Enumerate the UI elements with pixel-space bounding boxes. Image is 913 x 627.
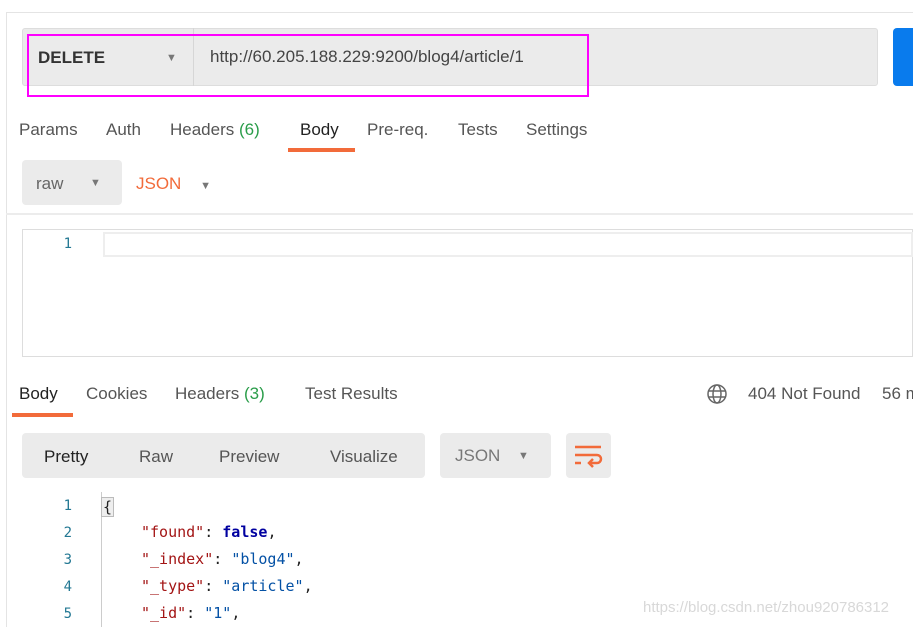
tab-headers[interactable]: Headers (6): [170, 120, 260, 140]
code-line: "_type": "article",: [141, 577, 313, 595]
code-line: {: [101, 497, 115, 517]
tab-tests[interactable]: Tests: [458, 120, 498, 140]
tab-label: Headers: [175, 384, 240, 403]
divider: [6, 12, 7, 627]
active-tab-indicator: [12, 413, 73, 417]
tab-params[interactable]: Params: [19, 120, 78, 140]
response-tab-body[interactable]: Body: [19, 384, 58, 404]
json-value: false: [222, 523, 268, 541]
active-tab-indicator: [288, 148, 355, 152]
response-time[interactable]: 56 m: [882, 384, 913, 404]
response-format-select[interactable]: JSON ▼: [440, 433, 551, 478]
highlight-annotation: [27, 34, 589, 97]
wrap-icon: [575, 445, 603, 468]
response-tab-cookies[interactable]: Cookies: [86, 384, 147, 404]
line-number: 4: [63, 579, 72, 595]
headers-count: (3): [244, 384, 265, 403]
format-label: JSON: [455, 446, 501, 465]
globe-icon[interactable]: [706, 383, 728, 405]
view-raw[interactable]: Raw: [139, 447, 173, 467]
send-button[interactable]: [893, 28, 913, 86]
caret-down-icon: ▼: [518, 450, 529, 462]
status-code[interactable]: 404 Not Found: [748, 384, 860, 404]
json-value: "blog4": [231, 550, 295, 568]
divider: [6, 12, 913, 13]
mode-label: raw: [36, 174, 64, 193]
wrap-lines-button[interactable]: [566, 433, 611, 478]
response-tab-test-results[interactable]: Test Results: [305, 384, 398, 404]
json-key: "_type": [141, 577, 205, 595]
json-key: "found": [141, 523, 205, 541]
body-format-select[interactable]: JSON ▼: [136, 174, 211, 194]
headers-count: (6): [239, 120, 260, 139]
tab-body[interactable]: Body: [300, 120, 339, 140]
tab-pre-req[interactable]: Pre-req.: [367, 120, 428, 140]
line-number: 5: [63, 606, 72, 622]
divider: [6, 213, 913, 215]
line-number: 3: [63, 552, 72, 568]
format-label: JSON: [136, 174, 182, 193]
tab-label: Headers: [170, 120, 235, 139]
tab-auth[interactable]: Auth: [106, 120, 141, 140]
active-line: [103, 232, 913, 257]
code-line: "found": false,: [141, 523, 277, 541]
code-line: "_index": "blog4",: [141, 550, 304, 568]
line-number: 1: [63, 498, 72, 514]
view-visualize[interactable]: Visualize: [330, 447, 398, 467]
caret-down-icon: ▼: [90, 177, 101, 189]
json-value: "article": [222, 577, 304, 595]
code-line: "_id": "1",: [141, 604, 241, 622]
json-value: "1": [204, 604, 232, 622]
line-number: 2: [63, 525, 72, 541]
body-mode-select[interactable]: raw ▼: [22, 160, 122, 205]
view-pretty[interactable]: Pretty: [44, 447, 88, 467]
json-key: "_id": [141, 604, 187, 622]
caret-down-icon: ▼: [200, 180, 211, 192]
line-number: 1: [63, 236, 72, 252]
view-preview[interactable]: Preview: [219, 447, 279, 467]
watermark: https://blog.csdn.net/zhou920786312: [643, 599, 890, 616]
json-key: "_index": [141, 550, 214, 568]
response-tab-headers[interactable]: Headers (3): [175, 384, 265, 404]
tab-settings[interactable]: Settings: [526, 120, 587, 140]
